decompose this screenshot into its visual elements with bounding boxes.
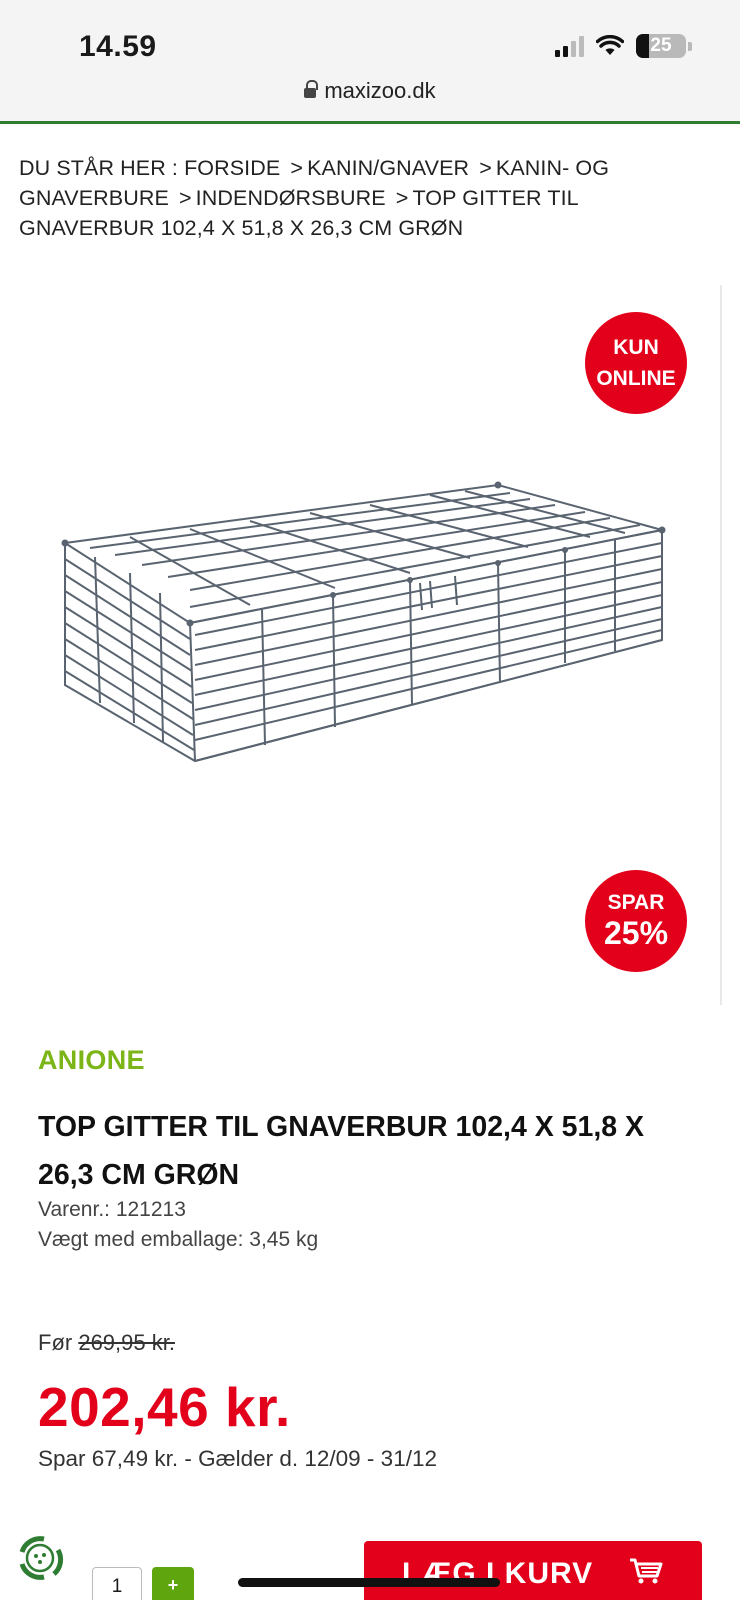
battery-icon: 25: [636, 34, 692, 58]
battery-level: 25: [650, 35, 672, 56]
product-sku: Varenr.: 121213: [38, 1198, 186, 1221]
url-text: maxizoo.dk: [324, 78, 436, 103]
savings-note: Spar 67,49 kr. - Gælder d. 12/09 - 31/12: [38, 1446, 437, 1471]
product-image-area[interactable]: KUN ONLINE SPAR 25%: [0, 285, 722, 1005]
status-time: 14.59: [79, 30, 157, 63]
signal-icon: [555, 35, 584, 57]
quantity-increase-button[interactable]: +: [152, 1567, 194, 1600]
recycle-icon: [19, 1536, 64, 1580]
breadcrumb-prefix: DU STÅR HER :: [19, 156, 178, 180]
product-brand[interactable]: ANIONE: [38, 1045, 145, 1076]
online-badge-line2: ONLINE: [596, 367, 676, 390]
old-price-label: Før: [38, 1330, 73, 1355]
breadcrumb-item-kanin-gnaver[interactable]: KANIN/GNAVER: [307, 156, 469, 180]
current-price: 202,46 kr.: [38, 1376, 291, 1438]
quantity-input[interactable]: 1: [92, 1567, 142, 1600]
add-to-cart-button[interactable]: LÆG I KURV: [364, 1541, 702, 1600]
home-indicator[interactable]: [238, 1578, 500, 1587]
breadcrumb-item-forside[interactable]: FORSIDE: [184, 156, 280, 180]
discount-badge: SPAR 25%: [585, 870, 687, 972]
breadcrumb-item-indendoersbure[interactable]: INDENDØRSBURE: [196, 186, 386, 210]
lock-icon: [304, 80, 319, 100]
old-price-value: 269,95 kr.: [78, 1330, 175, 1355]
breadcrumb-separator: >: [290, 156, 304, 180]
discount-badge-line1: SPAR: [607, 891, 665, 914]
breadcrumb-separator: >: [479, 156, 492, 180]
product-weight: Vægt med emballage: 3,45 kg: [38, 1228, 319, 1251]
breadcrumb-separator: >: [179, 186, 192, 210]
cart-icon: [630, 1558, 663, 1584]
product-image-cage: [61, 481, 666, 763]
old-price: Før 269,95 kr.: [38, 1330, 175, 1356]
online-only-badge: KUN ONLINE: [585, 312, 687, 414]
wifi-icon: [596, 35, 624, 55]
online-badge-line1: KUN: [613, 336, 659, 359]
status-icons: 25: [555, 34, 692, 58]
discount-badge-percent: 25%: [603, 915, 669, 951]
breadcrumb: DU STÅR HER : FORSIDE > KANIN/GNAVER > KAN…: [19, 153, 719, 243]
url-bar[interactable]: maxizoo.dk: [0, 78, 740, 104]
browser-chrome: 14.59 25 maxizoo.dk: [0, 0, 740, 124]
breadcrumb-separator: >: [395, 186, 409, 210]
product-title: TOP GITTER TIL GNAVERBUR 102,4 X 51,8 X …: [38, 1111, 645, 1191]
